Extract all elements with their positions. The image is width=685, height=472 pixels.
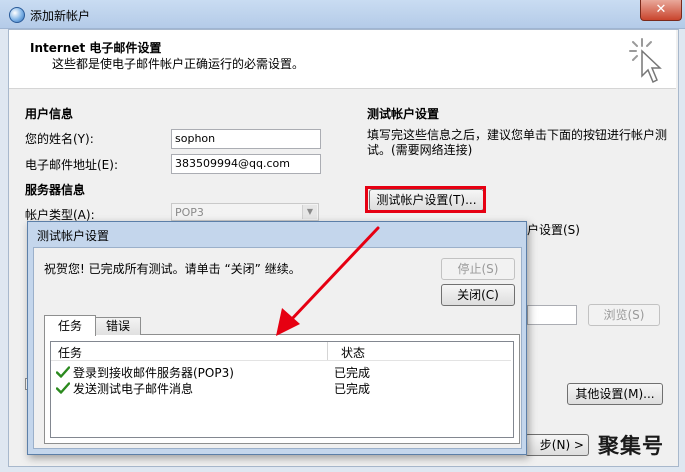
column-header-status[interactable]: 状态 xyxy=(341,344,365,361)
outlook-app-icon xyxy=(9,7,25,23)
more-settings-button[interactable]: 其他设置(M)... xyxy=(567,383,663,405)
check-icon xyxy=(56,382,70,394)
cursor-sparkle-icon xyxy=(629,38,662,84)
header-subtitle: 这些都是使电子邮件帐户正确运行的必需设置。 xyxy=(52,57,305,71)
test-settings-description: 填写完这些信息之后，建议您单击下面的按钮进行帐户测试。(需要网络连接) xyxy=(367,128,668,157)
annotation-arrow xyxy=(276,226,380,336)
close-window-button[interactable]: ✕ xyxy=(640,0,682,21)
column-divider xyxy=(327,342,328,360)
task-status: 已完成 xyxy=(334,382,371,396)
account-type-value: POP3 xyxy=(175,206,204,219)
table-row[interactable]: 发送测试电子邮件消息 已完成 xyxy=(56,380,496,396)
account-type-select[interactable]: POP3 ▼ xyxy=(171,203,319,221)
table-row[interactable]: 登录到接收邮件服务器(POP3) 已完成 xyxy=(56,364,496,380)
tab-errors[interactable]: 错误 xyxy=(95,317,141,335)
tab-tasks[interactable]: 任务 xyxy=(44,315,96,336)
check-icon xyxy=(56,366,70,378)
column-header-task[interactable]: 任务 xyxy=(58,344,82,361)
close-icon: ✕ xyxy=(655,2,667,17)
main-window-title: 添加新帐户 xyxy=(30,9,91,23)
next-button[interactable]: 步(N) > xyxy=(525,434,589,456)
header-divider xyxy=(51,360,511,361)
dialog-title: 测试帐户设置 xyxy=(37,229,110,243)
main-title-bar xyxy=(0,0,685,29)
server-info-section-title: 服务器信息 xyxy=(25,183,86,197)
stop-button[interactable]: 停止(S) xyxy=(441,258,515,280)
email-label: 电子邮件地址(E): xyxy=(25,158,118,172)
user-info-section-title: 用户信息 xyxy=(25,107,74,121)
test-option-label-partial: 户设置(S) xyxy=(527,223,580,237)
chevron-down-icon: ▼ xyxy=(302,205,317,219)
header-title: Internet 电子邮件设置 xyxy=(30,41,162,55)
dialog-message: 祝贺您! 已完成所有测试。请单击 “关闭” 继续。 xyxy=(44,262,301,276)
task-status: 已完成 xyxy=(334,366,371,380)
name-input[interactable]: sophon xyxy=(171,129,321,149)
highlight-box xyxy=(365,186,486,213)
dialog-close-button[interactable]: 关闭(C) xyxy=(441,284,515,306)
folder-path-input[interactable] xyxy=(527,305,577,325)
watermark-text: 聚集号 xyxy=(598,433,664,458)
email-input[interactable]: 383509994@qq.com xyxy=(171,154,321,174)
task-name: 发送测试电子邮件消息 xyxy=(73,382,194,396)
task-name: 登录到接收邮件服务器(POP3) xyxy=(73,366,234,380)
name-label: 您的姓名(Y): xyxy=(25,132,94,146)
browse-button[interactable]: 浏览(S) xyxy=(588,304,660,326)
test-settings-section-title: 测试帐户设置 xyxy=(367,107,440,121)
